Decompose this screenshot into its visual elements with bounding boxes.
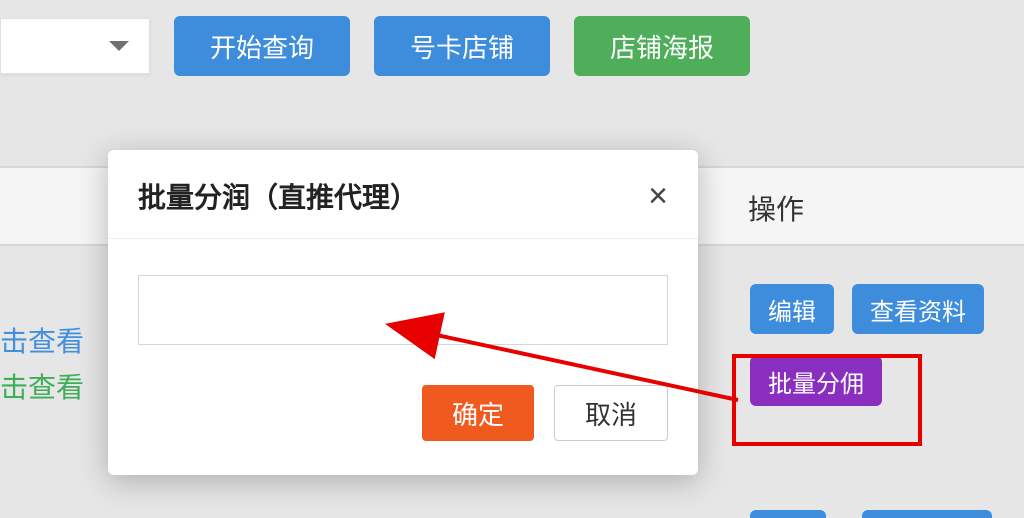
- column-header-operations: 操作: [748, 188, 804, 228]
- filter-dropdown[interactable]: [0, 18, 150, 74]
- modal-header: 批量分润（直推代理） ×: [108, 150, 698, 239]
- annotation-highlight-box: [732, 354, 922, 446]
- batch-profit-modal: 批量分润（直推代理） × 确定 取消: [108, 150, 698, 475]
- view-link-1[interactable]: 击查看: [0, 320, 84, 360]
- modal-footer: 确定 取消: [108, 375, 698, 475]
- confirm-button[interactable]: 确定: [422, 385, 534, 441]
- cancel-button[interactable]: 取消: [554, 385, 668, 441]
- start-query-button[interactable]: 开始查询: [174, 16, 350, 76]
- chevron-down-icon: [109, 41, 129, 51]
- modal-body: [108, 239, 698, 375]
- row-action-line-1: 编辑 查看资料: [750, 284, 984, 334]
- view-link-2[interactable]: 击查看: [0, 366, 84, 406]
- shop-poster-button[interactable]: 店铺海报: [574, 16, 750, 76]
- partial-button-2: [862, 510, 992, 518]
- batch-profit-input[interactable]: [138, 275, 668, 345]
- modal-title: 批量分润（直推代理）: [138, 176, 418, 216]
- edit-button[interactable]: 编辑: [750, 284, 834, 334]
- toolbar-row: 开始查询 号卡店铺 店铺海报: [0, 16, 750, 76]
- view-profile-button[interactable]: 查看资料: [852, 284, 984, 334]
- partial-button-1: [750, 510, 826, 518]
- close-icon[interactable]: ×: [648, 179, 668, 213]
- card-shop-button[interactable]: 号卡店铺: [374, 16, 550, 76]
